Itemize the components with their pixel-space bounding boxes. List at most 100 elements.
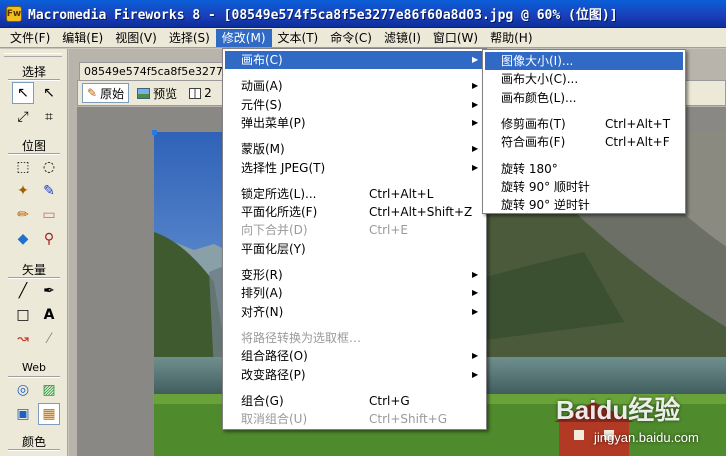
hide-slices-icon[interactable]: ▣	[12, 403, 34, 425]
modify-menu-item-15[interactable]: 排列(A) ▶	[225, 284, 484, 302]
pointer-tool-icon[interactable]: ↖	[12, 82, 34, 104]
rectangle-tool-icon[interactable]: □	[12, 304, 34, 326]
canvas-menu-item-4[interactable]: 修剪画布(T) Ctrl+Alt+T	[485, 115, 683, 133]
menu-9[interactable]: 帮助(H)	[484, 29, 538, 47]
modify-menu-item-22[interactable]: 组合(G) Ctrl+G	[225, 392, 484, 410]
crop-tool-icon[interactable]: ⌗	[38, 106, 60, 128]
menu-item-label: 向下合并(D)	[241, 223, 308, 238]
window-title: Macromedia Fireworks 8 - [08549e574f5ca8…	[28, 8, 618, 23]
menu-item-label: 锁定所选(L)...	[241, 186, 317, 201]
view-2up-button[interactable]: 2	[185, 83, 216, 103]
modify-menu-item-6[interactable]: 蒙版(M) ▶	[225, 140, 484, 158]
submenu-arrow-icon: ▶	[472, 270, 479, 279]
menu-8[interactable]: 窗口(W)	[427, 29, 484, 47]
menu-separator	[227, 261, 482, 262]
modify-menu-item-16[interactable]: 对齐(N) ▶	[225, 303, 484, 321]
menu-1[interactable]: 编辑(E)	[56, 29, 109, 47]
app-window: Fw Macromedia Fireworks 8 - [08549e574f5…	[0, 0, 726, 456]
menu-item-shortcut: Ctrl+Alt+L	[369, 186, 434, 201]
submenu-arrow-icon: ▶	[472, 288, 479, 298]
modify-menu-item-18: 将路径转换为选取框…	[225, 329, 484, 347]
two-up-icon	[189, 87, 202, 99]
pencil-tool-icon[interactable]: ✏	[12, 204, 34, 226]
modify-menu-item-19[interactable]: 组合路径(O) ▶	[225, 347, 484, 365]
line-tool-icon[interactable]: ╱	[12, 280, 34, 302]
menu-item-label: 排列(A)	[241, 286, 283, 301]
menu-item-label: 修剪画布(T)	[501, 116, 566, 131]
menu-6[interactable]: 命令(C)	[324, 29, 378, 47]
slice-tool-icon[interactable]: ▨	[38, 379, 60, 401]
submenu-arrow-icon: ▶	[472, 144, 479, 154]
menu-item-label: 元件(S)	[241, 97, 282, 112]
canvas-menu-item-1[interactable]: 画布大小(C)...	[485, 70, 683, 88]
menu-item-label: 画布大小(C)...	[501, 72, 579, 87]
menu-item-label: 将路径转换为选取框…	[241, 330, 362, 345]
rubber-stamp-tool-icon[interactable]: ⚲	[38, 228, 60, 250]
blur-tool-icon[interactable]: ◆	[12, 228, 34, 250]
view-preview-label: 预览	[153, 86, 178, 101]
modify-menu-item-4[interactable]: 弹出菜单(P) ▶	[225, 114, 484, 132]
menu-4[interactable]: 修改(M)	[215, 28, 272, 47]
freeform-tool-icon[interactable]: ↝	[12, 328, 34, 350]
modify-menu-item-10[interactable]: 平面化所选(F) Ctrl+Alt+Shift+Z	[225, 203, 484, 221]
image-icon	[137, 87, 151, 99]
scale-tool-icon[interactable]: ⤢	[12, 106, 34, 128]
submenu-arrow-icon: ▶	[472, 55, 479, 64]
brush-tool-icon[interactable]: ✎	[38, 180, 60, 202]
menu-5[interactable]: 文本(T)	[272, 29, 325, 47]
panel-grip[interactable]	[4, 53, 62, 57]
modify-menu-item-12[interactable]: 平面化层(Y)	[225, 240, 484, 258]
menu-3[interactable]: 选择(S)	[163, 29, 216, 47]
lasso-tool-icon[interactable]: ◌	[38, 156, 60, 178]
menu-item-label: 旋转 180°	[501, 161, 558, 176]
canvas-submenu: 图像大小(I)... 画布大小(C)... 画布颜色(L)... 修剪画布(T) Ctr…	[482, 49, 686, 214]
canvas-menu-item-5[interactable]: 符合画布(F) Ctrl+Alt+F	[485, 133, 683, 151]
menu-item-label: 符合画布(F)	[501, 135, 566, 150]
section-divider	[8, 376, 60, 378]
modify-menu-item-20[interactable]: 改变路径(P) ▶	[225, 366, 484, 384]
menu-item-label: 变形(R)	[241, 268, 283, 282]
menu-item-label: 组合(G)	[241, 393, 284, 408]
magic-wand-tool-icon[interactable]: ✦	[12, 180, 34, 202]
menu-2[interactable]: 视图(V)	[109, 29, 163, 47]
modify-menu-item-14[interactable]: 变形(R) ▶	[225, 266, 484, 284]
menu-item-label: 动画(A)	[241, 79, 283, 94]
canvas-menu-item-2[interactable]: 画布颜色(L)...	[485, 89, 683, 107]
section-label-vector: 矢量	[21, 263, 46, 277]
pencil-icon: ✎	[87, 86, 98, 100]
canvas-menu-item-8[interactable]: 旋转 90° 顺时针	[485, 178, 683, 196]
menu-item-shortcut: Ctrl+E	[369, 223, 408, 238]
canvas-menu-item-0[interactable]: 图像大小(I)...	[485, 52, 683, 70]
menu-item-shortcut: Ctrl+Alt+T	[605, 116, 671, 131]
menu-item-label: 选择性 JPEG(T)	[241, 160, 326, 175]
menu-item-label: 图像大小(I)...	[501, 54, 574, 68]
view-preview-button[interactable]: 预览	[133, 83, 181, 103]
menu-separator	[227, 72, 482, 74]
modify-menu-item-3[interactable]: 元件(S) ▶	[225, 96, 484, 114]
hotspot-tool-icon[interactable]: ◎	[12, 379, 34, 401]
menu-0[interactable]: 文件(F)	[4, 29, 56, 47]
canvas-menu-item-7[interactable]: 旋转 180°	[485, 160, 683, 178]
knife-tool-icon[interactable]: ⁄	[38, 328, 60, 350]
modify-menu-item-23: 取消组合(U) Ctrl+Shift+G	[225, 410, 484, 428]
pen-tool-icon[interactable]: ✒	[38, 280, 60, 302]
modify-menu-item-2[interactable]: 动画(A) ▶	[225, 77, 484, 95]
modify-menu-item-7[interactable]: 选择性 JPEG(T) ▶	[225, 159, 484, 177]
menu-7[interactable]: 滤镜(I)	[378, 29, 427, 47]
menu-item-shortcut: Ctrl+Alt+F	[605, 135, 670, 150]
menu-item-shortcut: Ctrl+G	[369, 393, 410, 408]
submenu-arrow-icon: ▶	[472, 369, 479, 379]
view-original-label: 原始	[100, 86, 125, 101]
show-slices-icon[interactable]: ▦	[38, 403, 60, 425]
modify-menu-item-0[interactable]: 画布(C) ▶	[225, 51, 484, 69]
canvas-menu-item-9[interactable]: 旋转 90° 逆时针	[485, 196, 683, 214]
subselect-tool-icon[interactable]: ↖	[38, 82, 60, 104]
view-original-button[interactable]: ✎ 原始	[82, 83, 130, 103]
title-bar[interactable]: Fw Macromedia Fireworks 8 - [08549e574f5…	[0, 0, 726, 28]
modify-menu-item-9[interactable]: 锁定所选(L)... Ctrl+Alt+L	[225, 185, 484, 203]
text-tool-icon[interactable]: A	[38, 304, 60, 326]
eraser-tool-icon[interactable]: ▭	[38, 204, 60, 226]
section-label-select: 选择	[21, 65, 46, 79]
section-label-bitmap: 位图	[21, 139, 46, 153]
marquee-tool-icon[interactable]: ⬚	[12, 156, 34, 178]
